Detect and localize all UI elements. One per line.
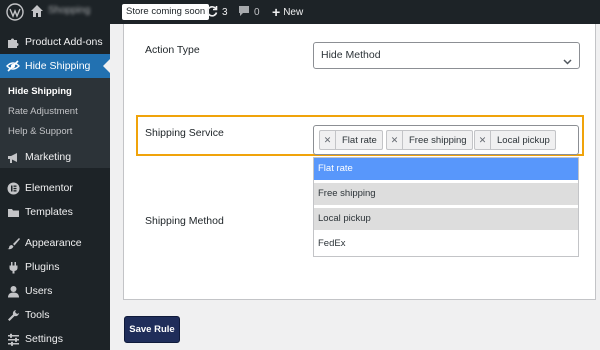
- tag-label: Local pickup: [497, 134, 550, 146]
- tag-label: Free shipping: [409, 134, 467, 146]
- comment-bubble-icon: [238, 5, 250, 20]
- menu-label: Elementor: [25, 182, 73, 194]
- comments-link[interactable]: 0: [238, 4, 260, 20]
- dropdown-option-free-shipping[interactable]: Free shipping: [314, 183, 578, 205]
- menu-item-hide-shipping[interactable]: Hide Shipping: [0, 54, 110, 78]
- selected-tag-flat-rate: ✕ Flat rate: [319, 130, 383, 150]
- menu-label: Templates: [25, 206, 73, 218]
- action-type-value: Hide Method: [321, 49, 381, 61]
- home-icon[interactable]: [30, 4, 44, 18]
- submenu-item-help-support[interactable]: Help & Support: [8, 126, 72, 137]
- refresh-icon: [206, 5, 218, 20]
- shipping-method-label: Shipping Method: [145, 215, 224, 227]
- menu-label: Marketing: [25, 151, 72, 163]
- menu-label: Users: [25, 285, 53, 297]
- dropdown-option-local-pickup[interactable]: Local pickup: [314, 208, 578, 230]
- menu-item-plugins[interactable]: Plugins: [0, 255, 110, 279]
- menu-item-templates[interactable]: Templates: [0, 200, 110, 224]
- submenu-item-hide-shipping[interactable]: Hide Shipping: [8, 86, 72, 97]
- menu-label: Hide Shipping: [25, 60, 91, 72]
- user-icon: [6, 284, 20, 298]
- wrench-icon: [6, 308, 20, 322]
- menu-item-marketing[interactable]: Marketing: [0, 145, 110, 169]
- plus-icon: +: [272, 4, 281, 20]
- submenu-item-rate-adjustment[interactable]: Rate Adjustment: [8, 106, 78, 117]
- menu-label: Product Add-ons: [25, 36, 103, 48]
- eye-slash-icon: [6, 59, 20, 73]
- shipping-service-dropdown: Flat rate Free shipping Local pickup Fed…: [313, 157, 579, 257]
- remove-tag-icon[interactable]: ✕: [475, 131, 491, 149]
- selected-tag-free-shipping: ✕ Free shipping: [386, 130, 473, 150]
- menu-label: Appearance: [25, 237, 82, 249]
- menu-item-elementor[interactable]: Elementor: [0, 176, 110, 200]
- action-type-select[interactable]: Hide Method: [313, 42, 580, 69]
- menu-label: Settings: [25, 333, 63, 345]
- menu-item-appearance[interactable]: Appearance: [0, 231, 110, 255]
- updates-count: 3: [222, 6, 228, 18]
- menu-label: Tools: [25, 309, 50, 321]
- elementor-icon: [6, 181, 20, 195]
- menu-item-users[interactable]: Users: [0, 279, 110, 303]
- plug-icon: [6, 260, 20, 274]
- dropdown-option-flat-rate[interactable]: Flat rate: [314, 158, 578, 180]
- paintbrush-icon: [6, 236, 20, 250]
- folder-icon: [6, 205, 20, 219]
- menu-label: Plugins: [25, 261, 60, 273]
- dropdown-option-fedex[interactable]: FedEx: [314, 233, 578, 255]
- save-rule-button[interactable]: Save Rule: [124, 316, 180, 343]
- menu-item-product-add-ons[interactable]: Product Add-ons: [0, 30, 110, 54]
- action-type-label: Action Type: [145, 44, 200, 56]
- puzzle-icon: [6, 35, 20, 49]
- tag-label: Flat rate: [342, 134, 377, 146]
- admin-sidebar: Product Add-ons Hide Shipping Hide Shipp…: [0, 24, 110, 350]
- updates-link[interactable]: 3: [206, 4, 228, 20]
- menu-item-settings[interactable]: Settings: [0, 327, 110, 350]
- admin-bar: Shopping Store coming soon 3 0 + New: [0, 0, 600, 24]
- shipping-service-label: Shipping Service: [145, 127, 224, 139]
- shipping-service-multiselect[interactable]: ✕ Flat rate ✕ Free shipping ✕ Local pick…: [313, 125, 579, 155]
- new-content-link[interactable]: + New: [272, 4, 303, 20]
- comments-count: 0: [254, 6, 260, 18]
- menu-item-tools[interactable]: Tools: [0, 303, 110, 327]
- chevron-down-icon: [563, 51, 572, 65]
- site-name-link[interactable]: Shopping: [48, 5, 112, 18]
- selected-tag-local-pickup: ✕ Local pickup: [474, 130, 556, 150]
- megaphone-icon: [6, 150, 20, 164]
- remove-tag-icon[interactable]: ✕: [320, 131, 336, 149]
- wordpress-logo-icon[interactable]: [6, 3, 24, 21]
- remove-tag-icon[interactable]: ✕: [387, 131, 403, 149]
- new-label: New: [283, 6, 304, 18]
- settings-icon: [6, 332, 20, 346]
- store-status-badge[interactable]: Store coming soon: [122, 4, 210, 20]
